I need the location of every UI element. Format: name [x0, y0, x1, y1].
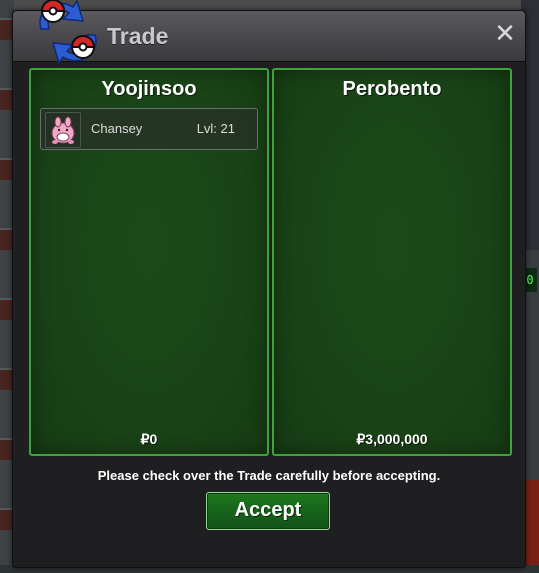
chansey-sprite-icon	[45, 112, 81, 148]
pokemon-name: Chansey	[91, 121, 143, 136]
dialog-title: Trade	[107, 23, 169, 49]
trade-dialog: Trade ✕ Yoojinsoo Chansey Lvl: 21 ₽0 Per…	[12, 0, 526, 568]
partner-money-offer: ₽3,000,000	[356, 431, 428, 447]
accept-button[interactable]: Accept	[206, 492, 330, 530]
my-money-offer: ₽0	[140, 431, 158, 447]
my-offer-panel: Yoojinsoo Chansey Lvl: 21 ₽0	[29, 68, 269, 456]
trade-logo-icon	[39, 0, 97, 65]
my-trainer-name: Yoojinsoo	[101, 78, 197, 100]
partner-trainer-name: Perobento	[342, 78, 442, 100]
close-button[interactable]: ✕	[493, 21, 517, 47]
offered-pokemon-item[interactable]: Chansey Lvl: 21	[40, 108, 258, 150]
trade-notice: Please check over the Trade carefully be…	[97, 468, 441, 483]
partner-offer-panel: Perobento ₽3,000,000	[272, 68, 512, 456]
pokemon-level: Lvl: 21	[196, 121, 235, 136]
